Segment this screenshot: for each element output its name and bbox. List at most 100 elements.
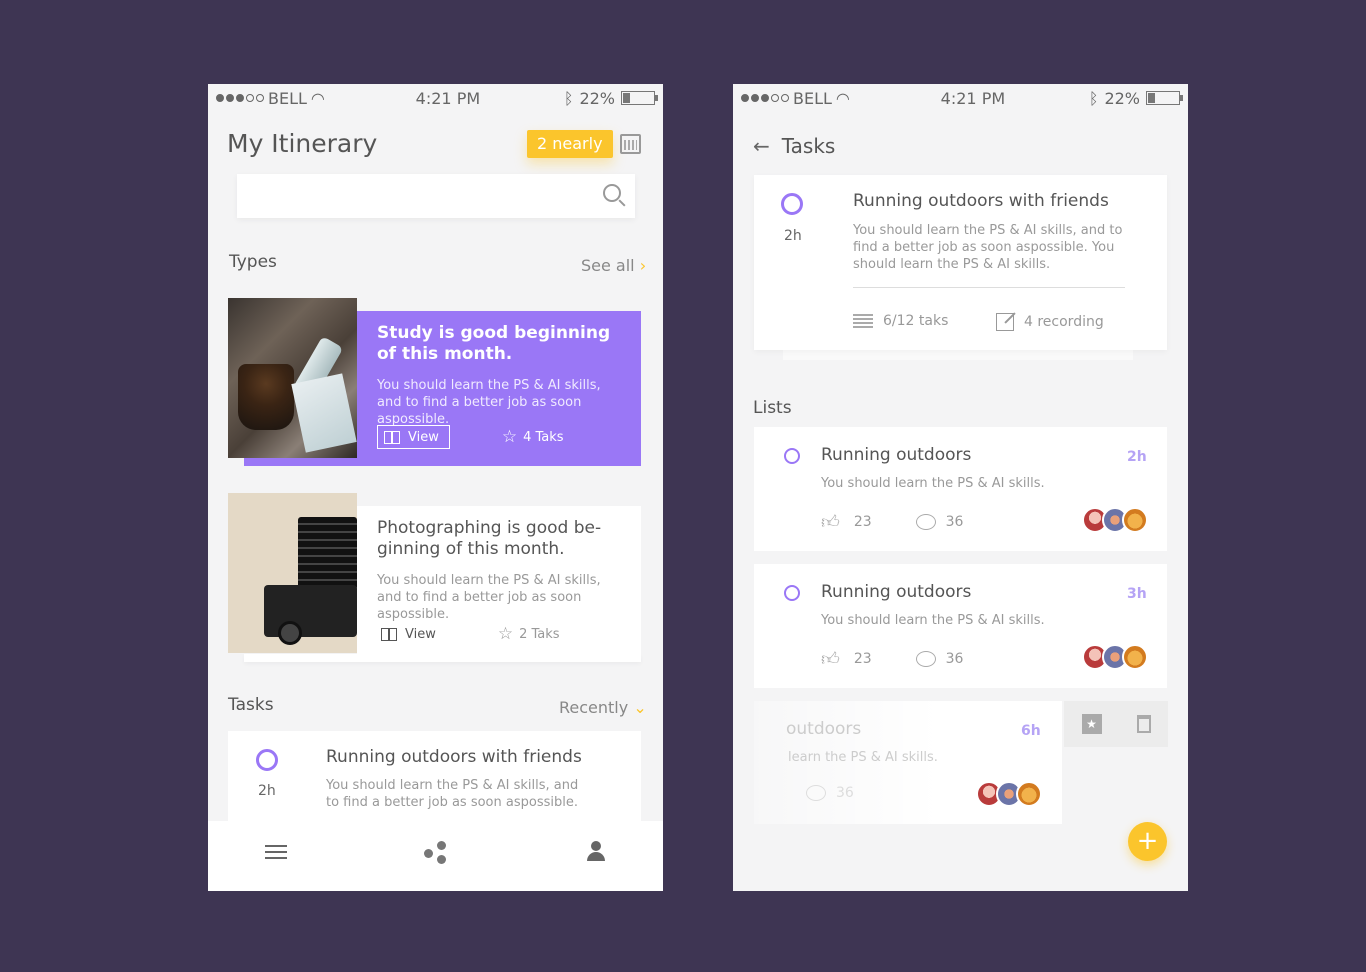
list-item[interactable]: Running outdoors 3h You should learn the… xyxy=(754,564,1167,688)
tasks-header: Tasks xyxy=(228,695,274,715)
search-input[interactable] xyxy=(237,174,635,218)
task-status-ring[interactable] xyxy=(781,193,803,215)
thumbs-up-icon[interactable]: 👍︎ xyxy=(821,648,840,670)
comments-count: 36 xyxy=(945,651,964,667)
search-icon[interactable] xyxy=(603,184,621,202)
chevron-down-icon: ⌄ xyxy=(633,698,647,717)
trash-icon[interactable] xyxy=(1136,715,1151,733)
task-card[interactable]: 2h Running outdoors with friends You sho… xyxy=(228,731,641,831)
comments-count: 36 xyxy=(945,514,964,530)
list-description: learn the PS & AI skills. xyxy=(788,750,938,765)
list-time: 2h xyxy=(1127,449,1147,465)
edit-icon xyxy=(996,313,1014,331)
taks-count-label: 6/12 taks xyxy=(883,313,949,329)
star-icon: ☆ xyxy=(501,426,518,447)
battery-icon xyxy=(1146,91,1183,105)
task-title: Running outdoors with friends xyxy=(326,747,582,767)
view-label: View xyxy=(408,429,439,445)
participant-avatars[interactable] xyxy=(976,781,1042,807)
header: ← Tasks xyxy=(753,134,835,158)
tasks-screen: BELL ◠ 4:21 PM ᛒ 22% ← Tasks 2h Running … xyxy=(733,84,1188,891)
divider xyxy=(853,287,1125,288)
comments-count: 36 xyxy=(836,785,854,801)
avatar xyxy=(1122,644,1148,670)
card-description: You should learn the PS & AI skills, and… xyxy=(377,378,601,427)
menu-icon[interactable] xyxy=(265,845,287,859)
list-status-ring[interactable] xyxy=(784,448,800,464)
taks-label: 2 Taks xyxy=(519,626,560,642)
share-icon[interactable] xyxy=(424,841,448,865)
status-bar: BELL ◠ 4:21 PM ᛒ 22% xyxy=(208,84,663,112)
taks-label: 4 Taks xyxy=(523,429,564,445)
list-time: 3h xyxy=(1127,586,1147,602)
star-icon: ☆ xyxy=(497,623,514,644)
user-icon[interactable] xyxy=(587,841,605,863)
taks-count[interactable]: ☆ 4 Taks xyxy=(501,426,564,447)
task-description: You should learn the PS & AI skills, and… xyxy=(853,223,1123,272)
participant-avatars[interactable] xyxy=(1082,507,1148,533)
type-card-photographing[interactable]: Photographing is good be- ginning of thi… xyxy=(357,506,641,656)
page-title: Tasks xyxy=(781,134,836,158)
avatar xyxy=(1016,781,1042,807)
list-time: 6h xyxy=(1021,723,1041,739)
comment-icon[interactable] xyxy=(806,785,826,801)
favorite-icon[interactable]: ★ xyxy=(1081,714,1102,734)
card-photo-camera xyxy=(228,493,357,653)
bluetooth-icon: ᛒ xyxy=(1088,88,1099,108)
view-label: View xyxy=(405,626,436,642)
thumbs-up-icon[interactable]: 👍︎ xyxy=(821,511,840,533)
view-button[interactable]: View xyxy=(377,622,446,646)
task-status-ring[interactable] xyxy=(256,749,278,771)
task-duration: 2h xyxy=(784,228,802,244)
chevron-right-icon: › xyxy=(639,256,647,275)
signal-icon xyxy=(741,94,789,102)
task-title: Running outdoors with friends xyxy=(853,191,1109,211)
add-button[interactable]: + xyxy=(1128,822,1167,861)
card-photo-coffee xyxy=(228,298,357,458)
list-icon xyxy=(853,314,873,328)
view-button[interactable]: View xyxy=(377,425,450,449)
comment-icon[interactable] xyxy=(915,514,936,530)
task-detail-card[interactable]: 2h Running outdoors with friends You sho… xyxy=(754,175,1167,350)
see-all-link[interactable]: See all › xyxy=(581,256,646,275)
see-all-label: See all xyxy=(581,256,635,275)
book-icon xyxy=(384,430,400,444)
list-description: You should learn the PS & AI skills. xyxy=(821,613,1045,628)
card-accent-bar xyxy=(244,458,641,466)
nearly-badge[interactable]: 2 nearly xyxy=(527,130,613,158)
list-status-ring[interactable] xyxy=(784,585,800,601)
task-duration: 2h xyxy=(258,783,276,799)
participant-avatars[interactable] xyxy=(1082,644,1148,670)
list-item-swiped[interactable]: outdoors 6h learn the PS & AI skills. 36 xyxy=(754,701,1062,824)
taks-count[interactable]: ☆ 2 Taks xyxy=(497,623,560,644)
back-arrow-icon[interactable]: ← xyxy=(753,134,770,158)
likes-count: 23 xyxy=(853,651,872,667)
lists-header: Lists xyxy=(753,398,792,418)
carrier-label: BELL xyxy=(793,88,832,108)
taks-progress: 6/12 taks xyxy=(853,313,948,329)
type-card-study[interactable]: Study is good beginning of this month. Y… xyxy=(357,311,641,459)
likes-count: 23 xyxy=(853,514,872,530)
card-title: Study is good beginning of this month. xyxy=(377,323,611,364)
avatar xyxy=(1122,507,1148,533)
list-title: Running outdoors xyxy=(821,445,972,465)
list-item[interactable]: Running outdoors 2h You should learn the… xyxy=(754,427,1167,551)
recently-dropdown[interactable]: Recently ⌄ xyxy=(559,698,647,717)
comment-icon[interactable] xyxy=(915,651,936,667)
status-time: 4:21 PM xyxy=(940,88,1006,108)
recently-label: Recently xyxy=(559,698,629,717)
status-bar: BELL ◠ 4:21 PM ᛒ 22% xyxy=(733,84,1188,112)
list-description: You should learn the PS & AI skills. xyxy=(821,476,1045,491)
calendar-icon[interactable] xyxy=(620,134,641,154)
list-title: Running outdoors xyxy=(821,582,972,602)
recording-label: 4 recording xyxy=(1024,314,1104,330)
battery-label: 22% xyxy=(579,88,615,108)
book-icon xyxy=(381,627,397,641)
card-description: You should learn the PS & AI skills, and… xyxy=(377,573,601,622)
itinerary-screen: BELL ◠ 4:21 PM ᛒ 22% My Itinerary 2 near… xyxy=(208,84,663,891)
battery-label: 22% xyxy=(1104,88,1140,108)
recording-count[interactable]: 4 recording xyxy=(996,313,1104,331)
battery-icon xyxy=(621,91,658,105)
task-description: You should learn the PS & AI skills, and… xyxy=(326,778,579,810)
signal-icon xyxy=(216,94,264,102)
